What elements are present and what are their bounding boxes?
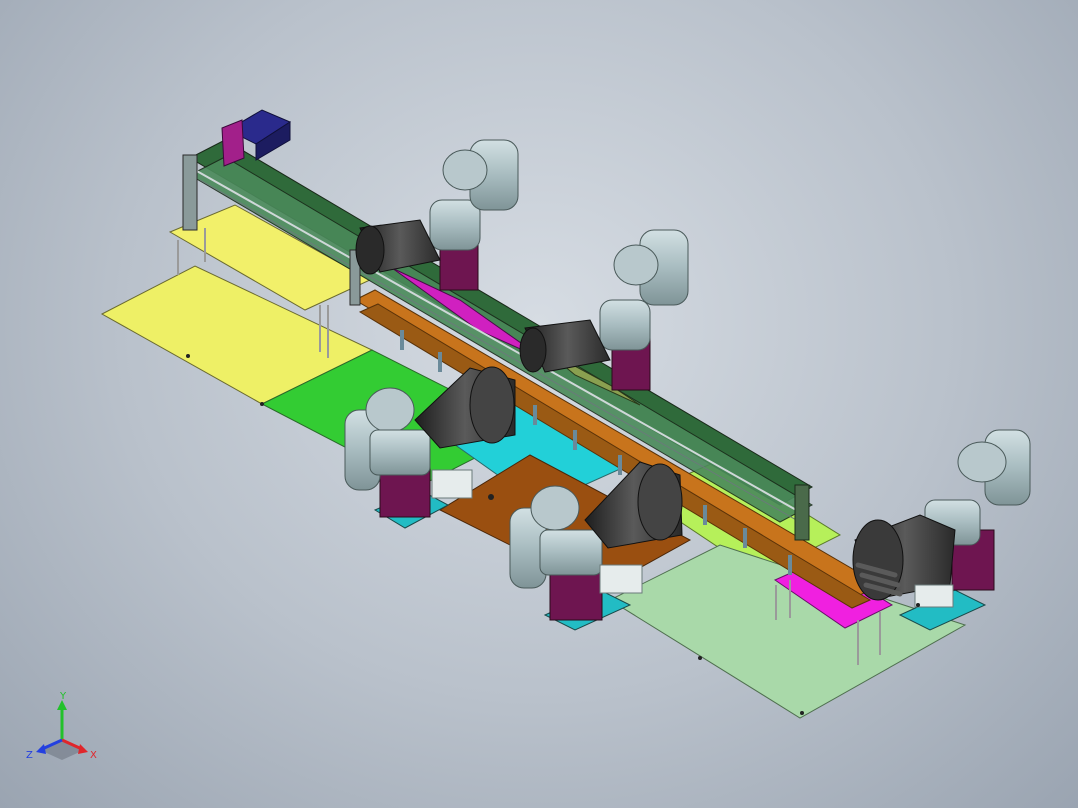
drive-motor — [221, 109, 292, 167]
x-axis-label: X — [90, 750, 97, 761]
y-axis-label: Y — [59, 692, 67, 702]
x-axis-arrow — [78, 744, 88, 754]
z-axis-arrow — [36, 744, 46, 754]
orientation-triad[interactable]: Y X Z — [20, 692, 110, 772]
assembly-model[interactable] — [0, 0, 1078, 808]
floor-plates — [100, 204, 967, 719]
robot-cell-5 — [852, 429, 1031, 631]
triad-base — [40, 740, 84, 760]
z-axis-label: Z — [26, 750, 33, 761]
graphics-viewport[interactable]: Y X Z — [0, 0, 1078, 808]
